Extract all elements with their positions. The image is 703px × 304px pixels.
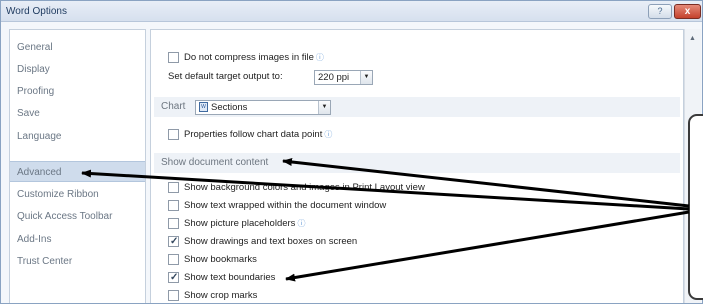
close-button[interactable]: x <box>674 4 701 19</box>
title-bar[interactable]: Word Options ? x <box>1 1 702 22</box>
show-bookmarks-label: Show bookmarks <box>184 254 257 265</box>
nav-item-language[interactable]: Language <box>10 126 145 147</box>
show-bookmarks-checkbox[interactable] <box>168 254 179 265</box>
show-background-label: Show background colors and images in Pri… <box>184 182 425 193</box>
properties-follow-label: Properties follow chart data point <box>184 129 323 140</box>
chart-label: Chart <box>161 101 186 112</box>
arrow-up-icon[interactable]: ▲ <box>689 35 696 42</box>
info-icon: ⓘ <box>315 53 324 62</box>
options-category-list: General Display Proofing Save Language A… <box>9 29 146 303</box>
nav-item-trust-center[interactable]: Trust Center <box>10 251 145 272</box>
help-icon: ? <box>657 6 663 16</box>
chevron-down-icon[interactable]: ▼ <box>360 71 372 84</box>
show-text-boundaries-label: Show text boundaries <box>184 272 276 283</box>
show-document-content-header: Show document content <box>154 153 680 173</box>
nav-item-add-ins[interactable]: Add-Ins <box>10 229 145 250</box>
nav-item-proofing[interactable]: Proofing <box>10 81 145 102</box>
target-output-value: 220 ppi <box>318 72 350 83</box>
nav-item-advanced[interactable]: Advanced <box>10 161 145 182</box>
chart-select[interactable]: W Sections ▼ <box>195 100 331 115</box>
callout-box <box>688 114 703 300</box>
close-icon: x <box>684 6 691 17</box>
show-background-checkbox[interactable] <box>168 182 179 193</box>
properties-follow-checkbox[interactable] <box>168 129 179 140</box>
show-drawings-label: Show drawings and text boxes on screen <box>184 236 358 247</box>
show-picture-placeholders-checkbox[interactable] <box>168 218 179 229</box>
nav-item-quick-access-toolbar[interactable]: Quick Access Toolbar <box>10 206 145 227</box>
info-icon: ⓘ <box>324 130 333 139</box>
target-output-label: Set default target output to: <box>168 71 283 82</box>
show-crop-marks-checkbox[interactable] <box>168 290 179 301</box>
nav-item-general[interactable]: General <box>10 37 145 58</box>
document-icon: W <box>199 102 208 113</box>
info-icon: ⓘ <box>297 219 306 228</box>
nav-item-display[interactable]: Display <box>10 59 145 80</box>
show-text-wrapped-checkbox[interactable] <box>168 200 179 211</box>
advanced-options-panel: Do not compress images in file ⓘ Set defa… <box>150 29 684 303</box>
word-options-dialog: Word Options ? x General Display Proofin… <box>0 0 703 304</box>
nav-item-save[interactable]: Save <box>10 103 145 124</box>
do-not-compress-label: Do not compress images in file <box>184 52 314 63</box>
show-text-boundaries-checkbox[interactable] <box>168 270 179 286</box>
chart-select-value: Sections <box>211 102 248 113</box>
target-output-select[interactable]: 220 ppi ▼ <box>314 70 373 85</box>
show-text-wrapped-label: Show text wrapped within the document wi… <box>184 200 387 211</box>
nav-item-customize-ribbon[interactable]: Customize Ribbon <box>10 184 145 205</box>
show-document-content-label: Show document content <box>161 157 269 168</box>
chevron-down-icon[interactable]: ▼ <box>318 101 330 114</box>
show-picture-placeholders-label: Show picture placeholders <box>184 218 296 229</box>
window-title: Word Options <box>6 6 67 17</box>
show-crop-marks-label: Show crop marks <box>184 290 258 301</box>
do-not-compress-checkbox[interactable] <box>168 52 179 63</box>
show-drawings-checkbox[interactable] <box>168 234 179 250</box>
help-button[interactable]: ? <box>648 4 672 19</box>
